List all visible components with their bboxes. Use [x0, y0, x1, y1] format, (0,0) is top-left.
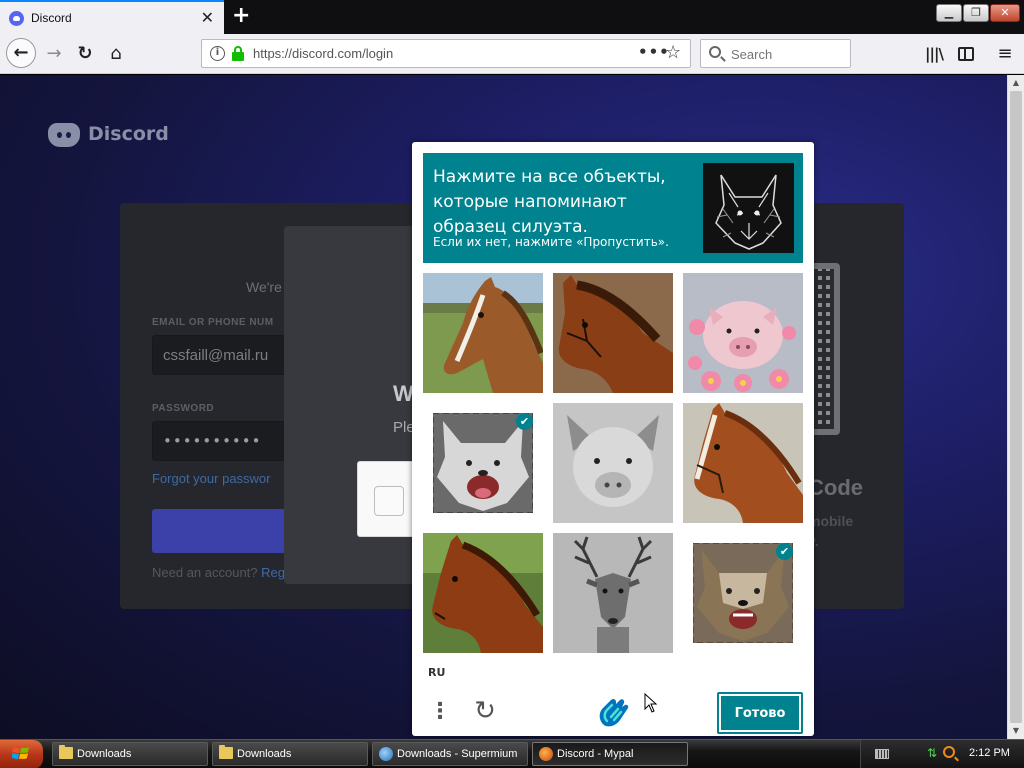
- url-text[interactable]: https://discord.com/login: [253, 46, 393, 61]
- more-options-icon[interactable]: ⋮: [428, 698, 452, 726]
- system-tray: ⇅ 2:12 PM: [860, 740, 1024, 768]
- tab-title: Discord: [31, 11, 72, 25]
- taskbar-item-label: Downloads - Supermium: [397, 748, 518, 760]
- sidebar-toggle-button[interactable]: [952, 40, 980, 68]
- qr-title: Code: [808, 475, 863, 500]
- bookmark-star-icon[interactable]: ☆: [665, 42, 681, 63]
- verification-title: W: [393, 381, 414, 406]
- folder-icon: [219, 745, 233, 759]
- discord-favicon-icon: [9, 11, 24, 26]
- selected-check-icon: ✔: [516, 413, 533, 430]
- refresh-challenge-icon[interactable]: ↻: [470, 696, 500, 726]
- tab-close-icon[interactable]: ✕: [201, 8, 214, 27]
- register-text: Need an account?: [152, 565, 258, 580]
- email-label: EMAIL OR PHONE NUM: [152, 317, 274, 328]
- taskbar-item-downloads-1[interactable]: Downloads: [52, 742, 208, 766]
- reload-button[interactable]: ↻: [71, 40, 99, 68]
- forgot-password-link[interactable]: Forgot your passwor: [152, 471, 271, 486]
- hamburger-menu-button[interactable]: ≡: [991, 40, 1019, 68]
- taskbar-item-mypal[interactable]: Discord - Mypal: [532, 742, 688, 766]
- qr-description: mobiley.: [808, 511, 853, 551]
- tab-discord[interactable]: Discord ✕: [0, 0, 224, 34]
- wolf-silhouette-icon: [703, 163, 794, 253]
- taskbar: Downloads Downloads Downloads - Supermiu…: [0, 739, 1024, 768]
- home-button[interactable]: ⌂: [102, 40, 130, 68]
- scrollbar-thumb[interactable]: [1010, 91, 1022, 723]
- language-selector[interactable]: RU: [428, 666, 445, 679]
- library-button[interactable]: |||\: [920, 40, 948, 68]
- challenge-tile-2-horse[interactable]: [553, 273, 673, 393]
- lock-icon: [232, 46, 244, 61]
- register-prompt: Need an account? Reg: [152, 565, 285, 580]
- discord-logo-icon: [48, 123, 80, 147]
- qr-desc-line1: mobile: [808, 513, 854, 529]
- taskbar-item-label: Discord - Mypal: [557, 748, 634, 760]
- captcha-challenge: Нажмите на все объекты, которые напомина…: [412, 142, 814, 736]
- page-scrollbar[interactable]: ▲ ▼: [1007, 75, 1024, 739]
- scroll-down-arrow-icon[interactable]: ▼: [1008, 723, 1024, 739]
- taskbar-item-label: Downloads: [77, 748, 132, 760]
- windows-flag-icon: [12, 747, 29, 760]
- taskbar-item-downloads-2[interactable]: Downloads: [212, 742, 368, 766]
- search-icon: [709, 46, 721, 58]
- tab-strip: Discord ✕ + ▁ ❐ ✕: [0, 0, 1024, 34]
- challenge-tile-8-deer[interactable]: [553, 533, 673, 653]
- new-tab-button[interactable]: +: [232, 4, 250, 28]
- clock[interactable]: 2:12 PM: [969, 747, 1010, 759]
- browser-globe-icon: [379, 747, 393, 761]
- search-input[interactable]: [731, 45, 846, 63]
- hcaptcha-checkbox[interactable]: [374, 486, 404, 516]
- taskbar-item-supermium[interactable]: Downloads - Supermium: [372, 742, 528, 766]
- prompt-text: Нажмите на все объекты, которые напомина…: [433, 167, 666, 237]
- challenge-tile-3-pig[interactable]: [683, 273, 803, 393]
- window-close-button[interactable]: ✕: [990, 4, 1020, 22]
- challenge-prompt: Нажмите на все объекты, которые напомина…: [423, 153, 803, 263]
- discord-wordmark: Discord: [88, 123, 169, 145]
- challenge-tile-4-wolf[interactable]: ✔: [423, 403, 543, 523]
- challenge-tile-7-horse[interactable]: [423, 533, 543, 653]
- challenge-tile-1-horse[interactable]: [423, 273, 543, 393]
- keyboard-icon[interactable]: [875, 749, 889, 759]
- window-restore-button[interactable]: ❐: [963, 4, 989, 22]
- network-icon[interactable]: ⇅: [927, 747, 939, 759]
- prompt-subtext: Если их нет, нажмите «Пропустить».: [433, 235, 669, 249]
- password-label: PASSWORD: [152, 403, 215, 414]
- search-tray-icon[interactable]: [943, 746, 955, 758]
- forward-button[interactable]: →: [40, 40, 68, 68]
- mouse-cursor-icon: [644, 693, 658, 713]
- challenge-tile-5-pig[interactable]: [553, 403, 673, 523]
- challenge-tile-6-horse[interactable]: [683, 403, 803, 523]
- selected-check-icon: ✔: [776, 543, 793, 560]
- register-link[interactable]: Reg: [261, 565, 285, 580]
- start-button[interactable]: [0, 740, 43, 768]
- submit-button[interactable]: Готово: [717, 692, 803, 734]
- login-subtitle: We're: [246, 279, 282, 295]
- taskbar-item-label: Downloads: [237, 748, 292, 760]
- window-minimize-button[interactable]: ▁: [936, 4, 962, 22]
- navigation-toolbar: ← → ↻ ⌂ i https://discord.com/login ••• …: [0, 34, 1024, 74]
- back-button[interactable]: ←: [6, 38, 36, 68]
- mypal-browser-icon: [539, 747, 553, 761]
- folder-icon: [59, 745, 73, 759]
- address-bar[interactable]: i https://discord.com/login ••• ☆: [201, 39, 691, 68]
- challenge-tile-9-wolf[interactable]: ✔: [683, 533, 803, 653]
- search-bar[interactable]: [700, 39, 851, 68]
- site-info-icon[interactable]: i: [210, 46, 225, 61]
- sidebar-icon: [958, 47, 974, 61]
- hcaptcha-logo-icon[interactable]: [596, 695, 630, 729]
- scroll-up-arrow-icon[interactable]: ▲: [1008, 75, 1024, 91]
